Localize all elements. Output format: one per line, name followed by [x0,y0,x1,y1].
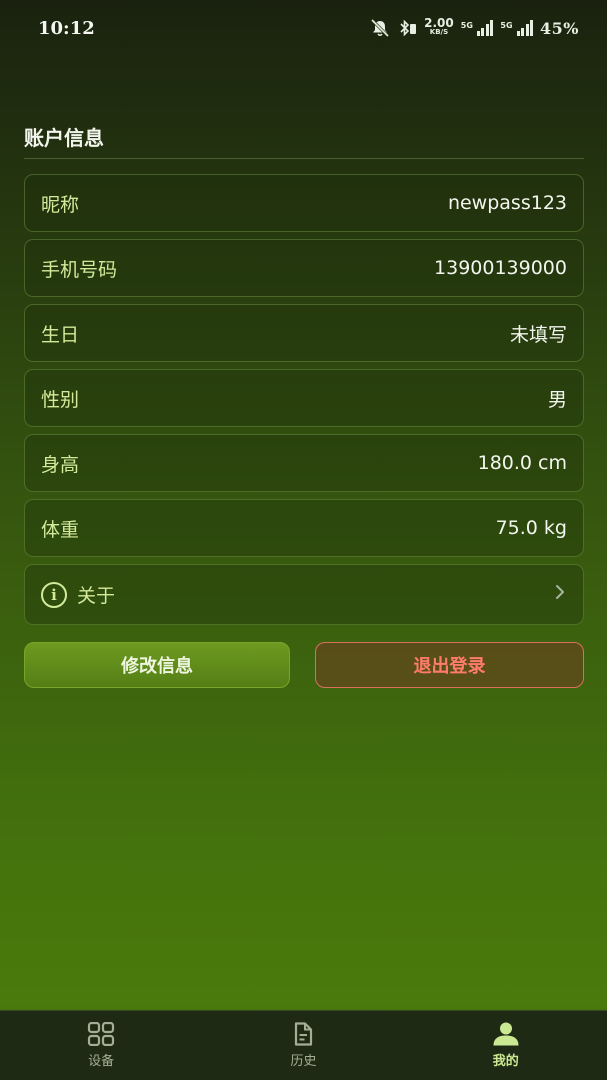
section-title: 账户信息 [24,126,104,150]
row-value: 未填写 [509,323,567,346]
tab-history[interactable]: 历史 [243,1022,363,1069]
account-info-list: 昵称 newpass123 手机号码 13900139000 生日 未填写 性别… [24,174,584,632]
gender-row: 性别 男 [24,369,584,427]
row-label: 手机号码 [41,258,118,281]
row-label: 身高 [41,453,80,476]
row-value: 180.0 cm [477,452,567,474]
bluetooth-icon [397,19,417,37]
chevron-right-icon [553,582,567,607]
row-label: 性别 [41,388,80,411]
status-time: 10:12 [38,17,95,39]
nickname-row: 昵称 newpass123 [24,174,584,232]
person-icon [492,1022,520,1046]
phone-row: 手机号码 13900139000 [24,239,584,297]
tab-devices[interactable]: 设备 [41,1022,161,1069]
row-value: 13900139000 [434,257,567,279]
signal-icon [516,20,534,36]
tab-profile[interactable]: 我的 [446,1022,566,1069]
status-icons: 2.00 KB/S 5G 5G 45% [370,16,579,38]
row-value: 男 [547,388,567,411]
height-row: 身高 180.0 cm [24,434,584,492]
about-row[interactable]: i 关于 [24,564,584,625]
row-label: 生日 [41,323,80,346]
network-type-1: 5G [460,20,473,30]
weight-row: 体重 75.0 kg [24,499,584,557]
speed-value: 2.00 [424,16,454,30]
network-type-2: 5G [500,20,513,30]
tab-label: 历史 [290,1054,317,1069]
tab-label: 设备 [88,1054,115,1069]
speed-unit: KB/S [429,28,449,36]
grid-icon [87,1022,115,1046]
row-value: newpass123 [447,192,567,214]
row-label: 昵称 [41,193,80,216]
row-label: 体重 [41,518,80,541]
edit-info-button[interactable]: 修改信息 [24,642,290,688]
battery-percentage: 45% [540,18,579,38]
mute-bell-icon [370,19,390,37]
birthday-row: 生日 未填写 [24,304,584,362]
signal-icon [476,20,494,36]
about-left: i 关于 [41,581,115,608]
tab-label: 我的 [492,1054,519,1069]
info-icon: i [41,581,67,608]
status-bar: 10:12 2.00 KB/S 5G 5G 45% [0,0,607,56]
logout-button[interactable]: 退出登录 [315,642,584,688]
document-icon [291,1022,315,1046]
bottom-tab-bar: 设备 历史 我的 [0,1010,607,1080]
about-label: 关于 [77,585,116,607]
section-divider [24,158,584,159]
network-speed: 2.00 KB/S [424,16,454,37]
row-value: 75.0 kg [495,517,567,539]
